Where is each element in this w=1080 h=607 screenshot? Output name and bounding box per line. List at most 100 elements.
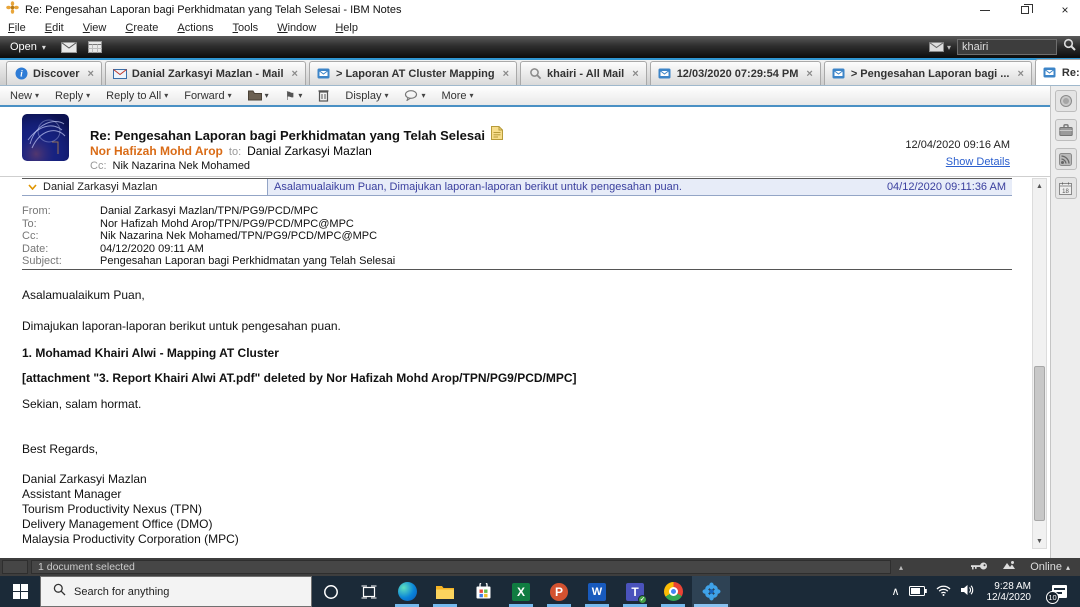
search-icon <box>53 583 66 601</box>
tab-close-icon[interactable]: × <box>632 68 638 80</box>
forward-button[interactable]: Forward▾ <box>184 90 231 102</box>
mail-icon <box>113 68 127 80</box>
signature-line: Assistant Manager <box>22 487 121 501</box>
more-button[interactable]: More▾ <box>441 90 473 102</box>
thread-sender: Danial Zarkasyi Mazlan <box>43 181 157 193</box>
search-input[interactable] <box>957 39 1057 55</box>
tray-chevron-icon[interactable]: ∧ <box>891 585 899 598</box>
reply-to-all-button[interactable]: Reply to All▾ <box>106 90 168 102</box>
task-view-button[interactable] <box>350 576 388 607</box>
battery-icon[interactable] <box>909 583 927 601</box>
microsoft-store-icon[interactable] <box>464 576 502 607</box>
tab-re-pengesahan-active[interactable]: Re: Pengesahan Laporan b... × <box>1035 59 1080 85</box>
detail-row: Date:04/12/2020 09:11 AM <box>22 243 395 256</box>
start-button[interactable] <box>0 576 40 607</box>
delete-button[interactable] <box>318 89 329 102</box>
message-cc[interactable]: Nik Nazarina Nek Mohamed <box>113 160 251 172</box>
detail-row: From:Danial Zarkasyi Mazlan/TPN/PG9/PCD/… <box>22 205 395 218</box>
location-icon[interactable] <box>1002 560 1016 574</box>
detail-row: Cc:Nik Nazarina Nek Mohamed/TPN/PG9/PCD/… <box>22 230 395 243</box>
new-button[interactable]: New▾ <box>10 90 39 102</box>
chrome-icon[interactable] <box>654 576 692 607</box>
open-button[interactable]: Open▾ <box>0 36 56 58</box>
status-expand-icon[interactable]: ▴ <box>899 563 903 572</box>
briefcase-icon[interactable] <box>1055 119 1077 141</box>
tab-pengesahan-laporan[interactable]: > Pengesahan Laporan bagi ... × <box>824 61 1032 85</box>
clock-date: 12/4/2020 <box>987 592 1032 603</box>
vertical-scrollbar[interactable]: ▲ ▼ <box>1032 178 1047 549</box>
sidebar-panel: 18 <box>1050 86 1080 558</box>
clock-time: 9:28 AM <box>987 581 1032 592</box>
twistie-icon[interactable] <box>28 181 37 193</box>
menu-create[interactable]: Create <box>125 22 158 34</box>
menu-file[interactable]: File <box>8 22 26 34</box>
notification-badge: 10 <box>1046 591 1059 604</box>
wifi-icon[interactable] <box>936 583 951 601</box>
thread-row[interactable]: Danial Zarkasyi Mazlan Asalamualaikum Pu… <box>22 178 1012 196</box>
word-icon[interactable]: W <box>578 576 616 607</box>
flag-button[interactable]: ⚑ ▾ <box>285 89 303 103</box>
restore-button[interactable] <box>1018 3 1032 17</box>
edge-icon[interactable] <box>388 576 426 607</box>
excel-icon[interactable]: X <box>502 576 540 607</box>
taskbar-search[interactable] <box>40 576 312 607</box>
message-header: Re: Pengesahan Laporan bagi Perkhidmatan… <box>0 108 1050 177</box>
tab-close-icon[interactable]: × <box>503 68 509 80</box>
scroll-down-icon[interactable]: ▼ <box>1033 534 1046 548</box>
menu-tools[interactable]: Tools <box>233 22 259 34</box>
show-details-link[interactable]: Show Details <box>946 156 1010 168</box>
body-paragraph: Best Regards, <box>22 442 98 456</box>
scrollbar-thumb[interactable] <box>1034 366 1045 521</box>
file-explorer-icon[interactable] <box>426 576 464 607</box>
tab-khairi-all-mail[interactable]: khairi - All Mail × <box>520 61 647 85</box>
message-recipient[interactable]: Danial Zarkasyi Mazlan <box>247 144 372 158</box>
tab-close-icon[interactable]: × <box>292 68 298 80</box>
calendar-day-icon[interactable]: 18 <box>1055 177 1077 199</box>
tab-datetime-doc[interactable]: 12/03/2020 07:29:54 PM × <box>650 61 821 85</box>
document-icon <box>658 68 672 80</box>
action-center-button[interactable]: 10 <box>1044 576 1074 607</box>
mail-icon[interactable] <box>56 36 82 58</box>
ibm-notes-app-icon <box>6 1 19 19</box>
cortana-button[interactable] <box>312 576 350 607</box>
message-details: From:Danial Zarkasyi Mazlan/TPN/PG9/PCD/… <box>22 205 395 268</box>
display-button[interactable]: Display▾ <box>345 90 388 102</box>
trash-icon <box>318 89 329 102</box>
online-status[interactable]: Online▴ <box>1030 561 1070 573</box>
ibm-notes-taskbar-icon[interactable] <box>692 576 730 607</box>
minimize-button[interactable] <box>978 3 992 17</box>
powerpoint-icon[interactable]: P <box>540 576 578 607</box>
close-button[interactable]: × <box>1058 3 1072 17</box>
message-sender[interactable]: Nor Hafizah Mohd Arop <box>90 144 223 158</box>
feeds-icon[interactable] <box>1055 148 1077 170</box>
cc-label: Cc: <box>90 160 107 172</box>
window-tab-bar: i Discover × Danial Zarkasyi Mazlan - Ma… <box>0 60 1080 86</box>
menu-help[interactable]: Help <box>335 22 358 34</box>
main-toolbar: Open▾ ▾ <box>0 36 1080 58</box>
contacts-icon[interactable] <box>1055 90 1077 112</box>
taskbar-search-input[interactable] <box>74 586 274 598</box>
calendar-icon[interactable] <box>82 36 108 58</box>
message-body: Asalamualaikum Puan, Dimajukan laporan-l… <box>22 280 1022 555</box>
tab-close-icon[interactable]: × <box>87 68 93 80</box>
menu-view[interactable]: View <box>83 22 107 34</box>
tab-close-icon[interactable]: × <box>1017 68 1023 80</box>
attachment-deleted-note: [attachment "3. Report Khairi Alwi AT.pd… <box>22 371 577 385</box>
menu-actions[interactable]: Actions <box>177 22 213 34</box>
menu-edit[interactable]: Edit <box>45 22 64 34</box>
tab-laporan-at-cluster[interactable]: > Laporan AT Cluster Mapping × <box>309 61 517 85</box>
search-icon[interactable] <box>1063 38 1076 56</box>
tab-discover[interactable]: i Discover × <box>6 61 102 85</box>
tab-mail[interactable]: Danial Zarkasyi Mazlan - Mail × <box>105 61 306 85</box>
security-key-icon[interactable] <box>970 561 988 574</box>
scroll-up-icon[interactable]: ▲ <box>1033 179 1046 193</box>
menu-window[interactable]: Window <box>277 22 316 34</box>
folder-button[interactable]: ▾ <box>248 90 269 101</box>
chat-button[interactable]: ▾ <box>404 90 425 101</box>
teams-icon[interactable]: T✓ <box>616 576 654 607</box>
volume-icon[interactable] <box>960 583 974 601</box>
search-scope-mail-icon[interactable]: ▾ <box>929 42 951 52</box>
taskbar-clock[interactable]: 9:28 AM 12/4/2020 <box>983 581 1036 603</box>
tab-close-icon[interactable]: × <box>806 68 812 80</box>
reply-button[interactable]: Reply▾ <box>55 90 90 102</box>
